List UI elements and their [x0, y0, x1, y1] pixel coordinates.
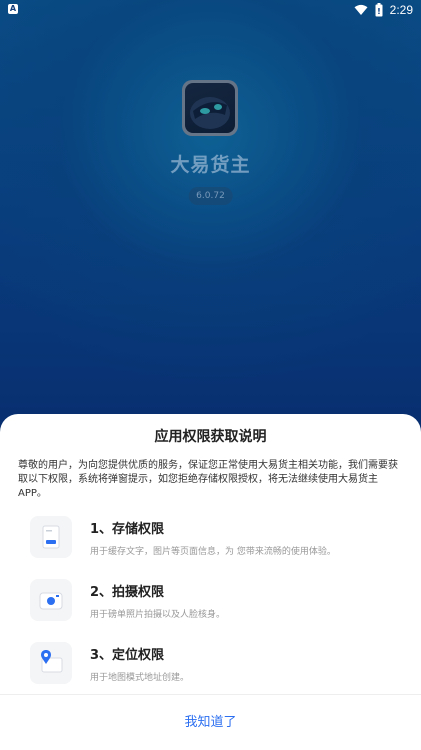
permission-title: 1、存储权限	[90, 522, 165, 537]
dialog-title: 应用权限获取说明	[154, 429, 267, 445]
permission-title: 3、定位权限	[90, 648, 165, 663]
permission-description: 用于缓存文字，图片等页面信息，为 您带来流畅的使用体验。	[90, 547, 336, 557]
permission-dialog: 应用权限获取说明 尊敬的用户，为向您提供优质的服务，保证您正常使用大易货主相关功…	[0, 414, 421, 750]
status-time: 2:29	[389, 3, 413, 17]
permission-item-camera: 2、拍摄权限 用于磅单照片拍摄以及人脸核身。	[30, 579, 401, 623]
permission-item-location: 3、定位权限 用于地图模式地址创建。	[30, 642, 401, 686]
permission-description: 用于磅单照片拍摄以及人脸核身。	[90, 610, 226, 620]
battery-icon: !	[375, 3, 383, 17]
location-icon	[30, 642, 72, 684]
camera-icon	[30, 579, 72, 621]
app-notification-icon: A	[8, 4, 18, 14]
permission-item-storage: 1、存储权限 用于缓存文字，图片等页面信息，为 您带来流畅的使用体验。	[30, 516, 401, 560]
confirm-button[interactable]: 我知道了	[0, 695, 421, 750]
wifi-icon	[354, 4, 368, 15]
storage-icon	[30, 516, 72, 558]
status-bar: A ! 2:29	[0, 0, 421, 20]
permission-title: 2、拍摄权限	[90, 585, 165, 600]
permission-description: 用于地图模式地址创建。	[90, 673, 190, 683]
dialog-description: 尊敬的用户，为向您提供优质的服务，保证您正常使用大易货主相关功能，我们需要获取以…	[18, 460, 398, 499]
app-name: 大易货主	[170, 154, 251, 176]
svg-text:!: !	[377, 7, 381, 16]
version-badge: 6.0.72	[188, 187, 233, 205]
